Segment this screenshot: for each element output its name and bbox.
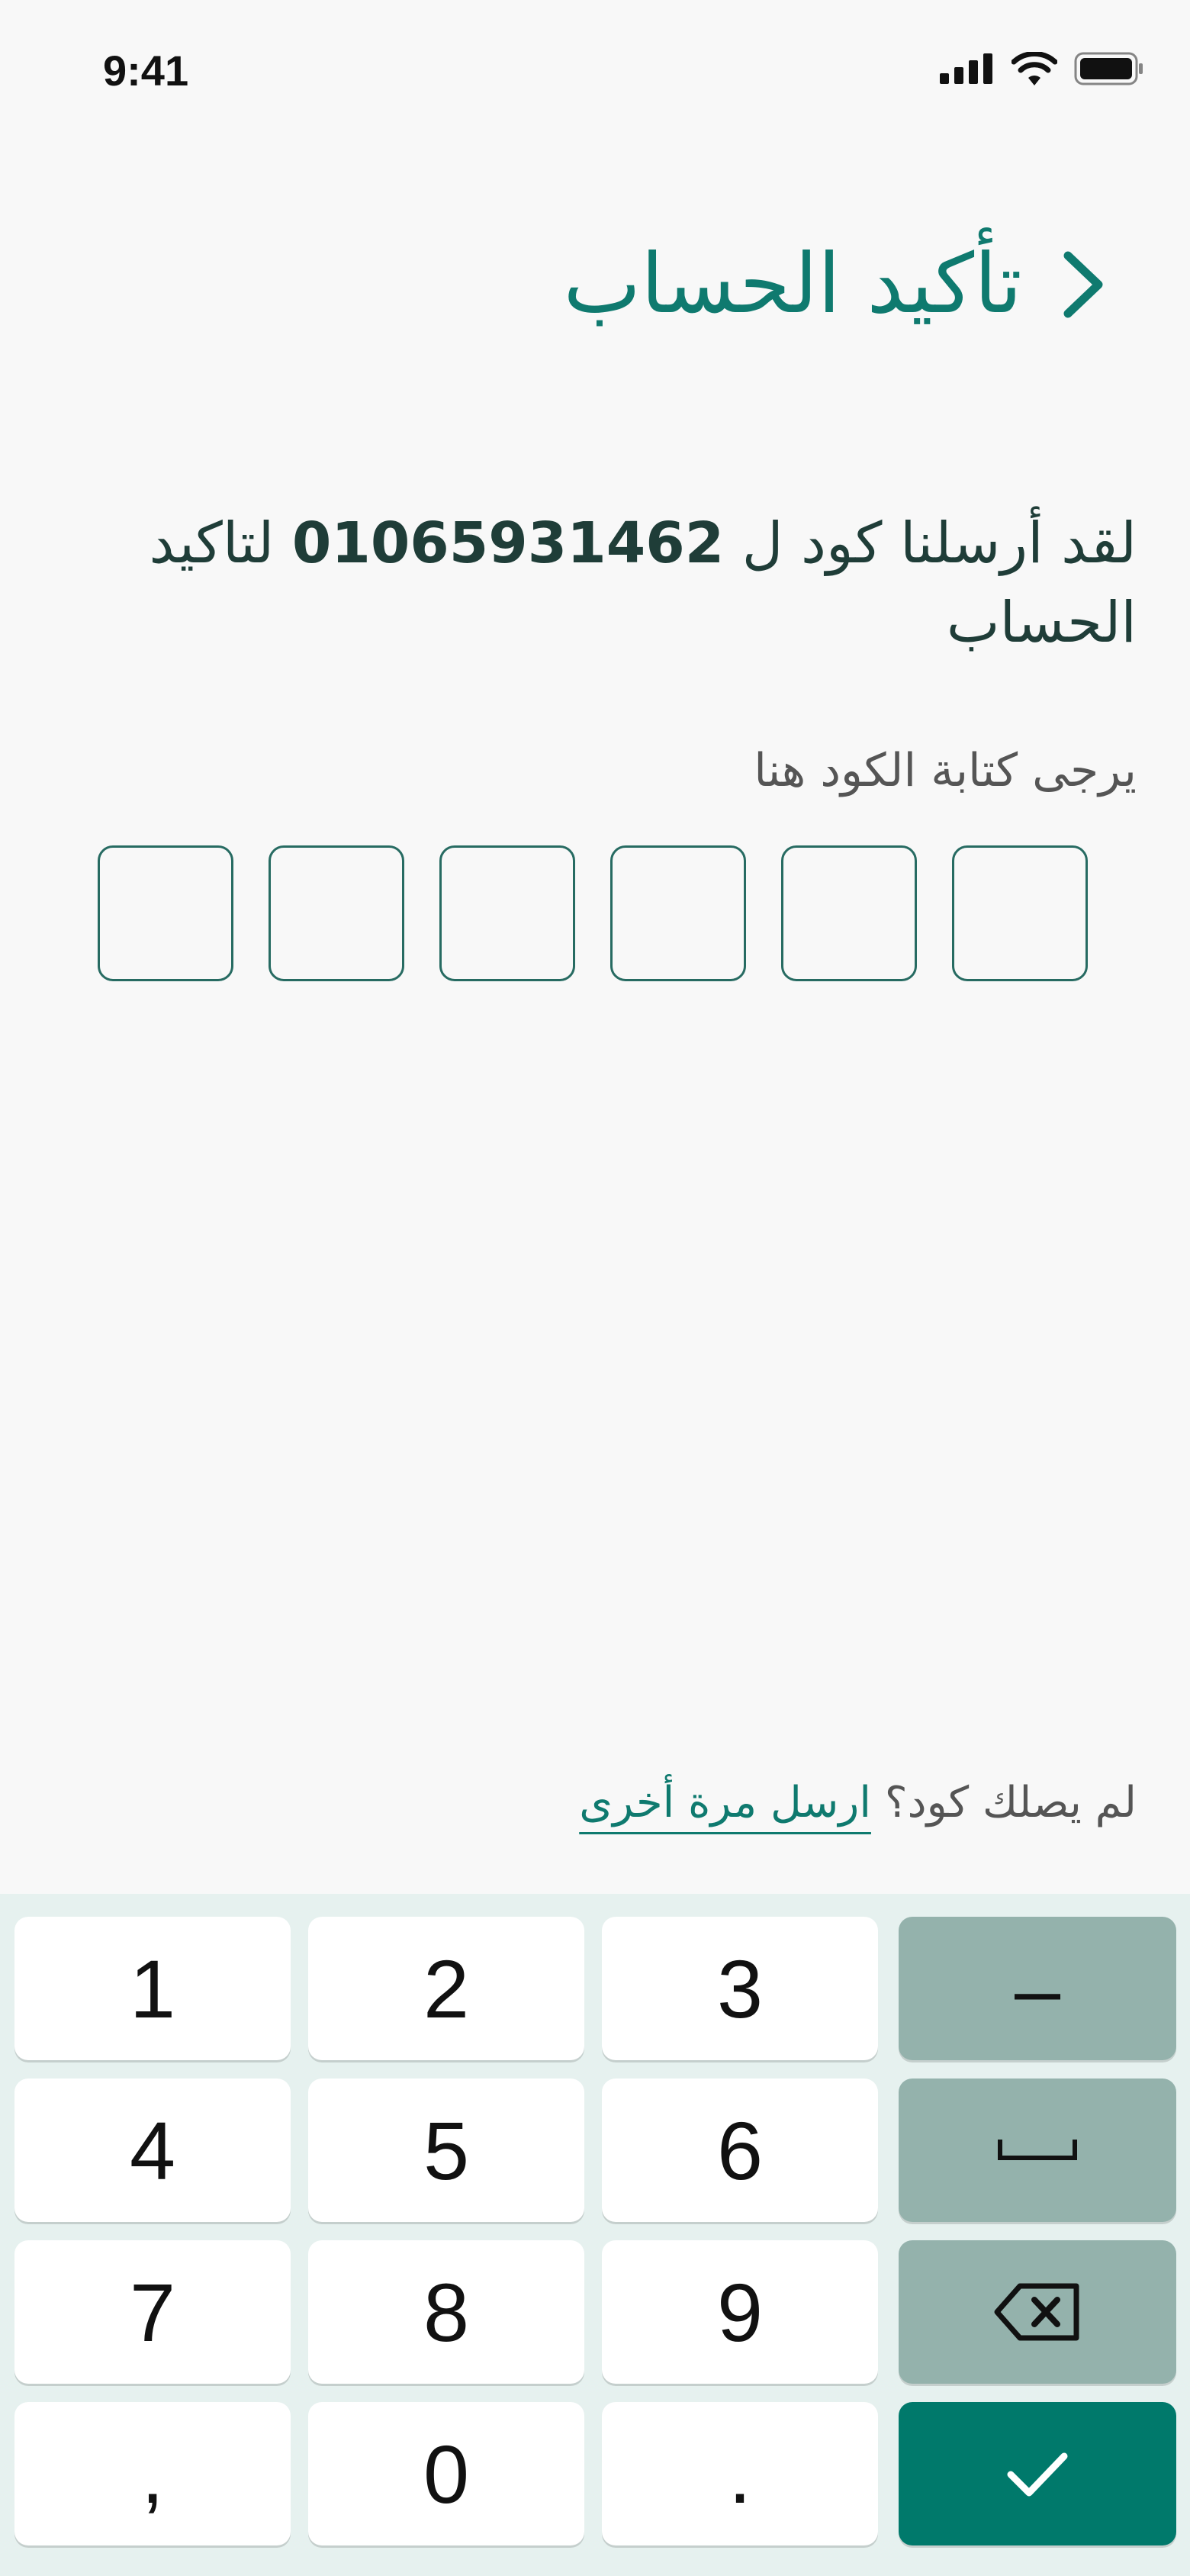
wifi-icon [1011,52,1057,85]
message-text-start: لقد أرسلنا كود ل [724,510,1137,576]
status-time: 9:41 [103,47,189,95]
key-8[interactable]: 8 [308,2240,584,2384]
chevron-right-icon [1063,251,1103,318]
resend-row: لم يصلك كود؟ ارسل مرة أخرى [579,1778,1137,1827]
key-backspace[interactable] [899,2240,1176,2384]
otp-digit-5[interactable] [269,845,404,981]
otp-digit-6[interactable] [98,845,233,981]
numeric-keyboard: 1 2 3 – 4 5 6 7 8 9 , 0 . [0,1894,1190,2576]
otp-input-row [98,845,1088,981]
backspace-icon [994,2283,1079,2341]
verification-message: لقد أرسلنا كود ل 01065931462 لتاكيد الحس… [53,504,1137,662]
otp-digit-3[interactable] [610,845,746,981]
battery-icon [1074,52,1143,85]
otp-digit-1[interactable] [952,845,1088,981]
key-9[interactable]: 9 [602,2240,878,2384]
key-comma[interactable]: , [14,2402,291,2545]
key-1[interactable]: 1 [14,1917,291,2060]
key-dot[interactable]: . [602,2402,878,2545]
key-3[interactable]: 3 [602,1917,878,2060]
key-space[interactable] [899,2079,1176,2222]
status-bar: 9:41 [0,0,1190,137]
resend-link[interactable]: ارسل مرة أخرى [579,1778,871,1827]
phone-number: 01065931462 [291,510,725,576]
otp-digit-2[interactable] [781,845,917,981]
signal-icon [940,53,992,84]
key-0[interactable]: 0 [308,2402,584,2545]
back-button[interactable] [1041,243,1125,327]
resend-question: لم يصلك كود؟ [884,1778,1137,1827]
key-7[interactable]: 7 [14,2240,291,2384]
page-title: تأكيد الحساب [563,237,1022,332]
key-4[interactable]: 4 [14,2079,291,2222]
key-6[interactable]: 6 [602,2079,878,2222]
space-icon [998,2140,1077,2160]
key-minus[interactable]: – [899,1917,1176,2060]
status-icons [940,52,1144,85]
key-2[interactable]: 2 [308,1917,584,2060]
code-hint-label: يرجى كتابة الكود هنا [754,744,1137,797]
checkmark-icon [1007,2452,1068,2497]
key-5[interactable]: 5 [308,2079,584,2222]
header: تأكيد الحساب [0,221,1190,343]
key-done[interactable] [899,2402,1176,2545]
otp-digit-4[interactable] [439,845,575,981]
